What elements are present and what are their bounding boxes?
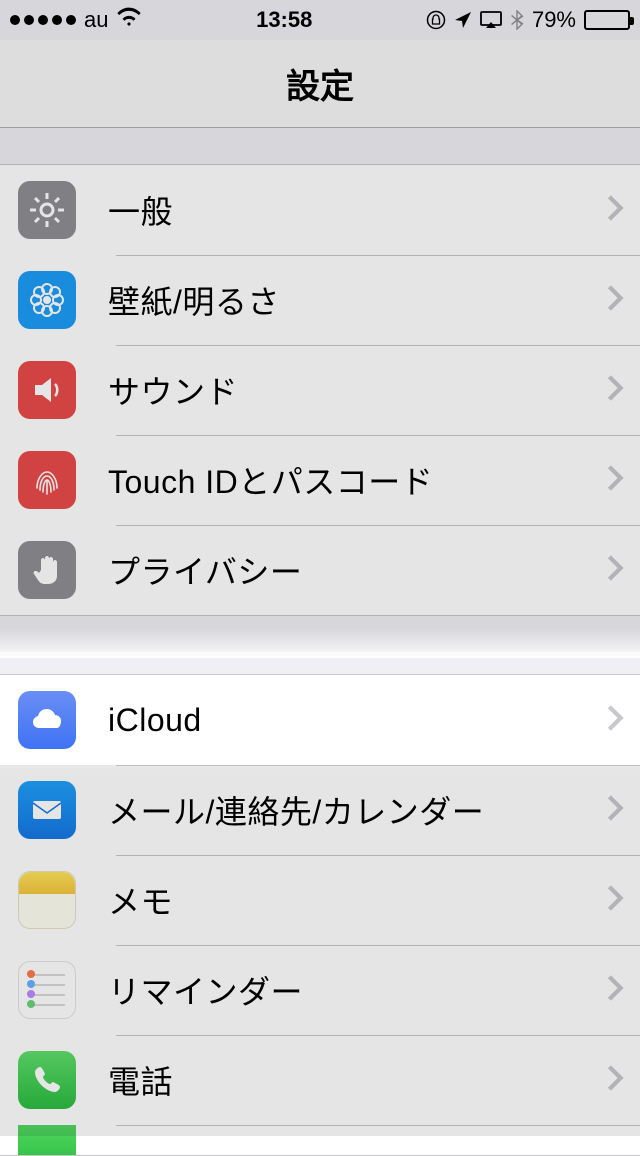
envelope-icon (18, 781, 76, 839)
airplay-icon (480, 11, 502, 29)
flower-icon (18, 271, 76, 329)
clock: 13:58 (142, 7, 425, 33)
chevron-right-icon (606, 284, 624, 317)
chevron-right-icon (606, 374, 624, 407)
chevron-right-icon (606, 974, 624, 1007)
row-label: 電話 (108, 1057, 606, 1103)
row-label: メール/連絡先/カレンダー (108, 787, 606, 833)
settings-group-2: iCloud メール/連絡先/カレンダー メモ リマインダー 電話 (0, 674, 640, 1156)
row-privacy[interactable]: プライバシー (0, 525, 640, 615)
hand-icon (18, 541, 76, 599)
location-icon (454, 11, 472, 29)
speaker-icon (18, 361, 76, 419)
signal-strength-icon (10, 15, 76, 25)
row-label: iCloud (108, 702, 606, 739)
row-label: 壁紙/明るさ (108, 277, 606, 323)
row-reminders[interactable]: リマインダー (0, 945, 640, 1035)
row-label: プライバシー (108, 547, 606, 593)
row-label: Touch IDとパスコード (108, 457, 606, 503)
chevron-right-icon (606, 554, 624, 587)
row-wallpaper[interactable]: 壁紙/明るさ (0, 255, 640, 345)
notes-icon (18, 871, 76, 929)
row-label: サウンド (108, 367, 606, 413)
nav-header: 設定 (0, 40, 640, 128)
status-bar: au 13:58 79% (0, 0, 640, 40)
row-icloud[interactable]: iCloud (0, 675, 640, 765)
page-title: 設定 (286, 59, 354, 108)
chevron-right-icon (606, 794, 624, 827)
chevron-right-icon (606, 704, 624, 737)
orientation-lock-icon (426, 10, 446, 30)
fingerprint-icon (18, 451, 76, 509)
phone-icon (18, 1051, 76, 1109)
row-general[interactable]: 一般 (0, 165, 640, 255)
row-sound[interactable]: サウンド (0, 345, 640, 435)
row-touchid[interactable]: Touch IDとパスコード (0, 435, 640, 525)
battery-percent: 79% (532, 7, 576, 33)
settings-group-1: 一般 壁紙/明るさ サウンド Touch IDとパスコード プライバシー (0, 164, 640, 616)
battery-icon (584, 10, 630, 30)
carrier-label: au (84, 7, 108, 33)
wifi-icon (116, 7, 142, 33)
row-label: メモ (108, 877, 606, 923)
gear-icon (18, 181, 76, 239)
chevron-right-icon (606, 194, 624, 227)
row-label: リマインダー (108, 967, 606, 1013)
cloud-icon (18, 691, 76, 749)
chevron-right-icon (606, 1064, 624, 1097)
row-phone[interactable]: 電話 (0, 1035, 640, 1125)
chevron-right-icon (606, 884, 624, 917)
row-mail[interactable]: メール/連絡先/カレンダー (0, 765, 640, 855)
chevron-right-icon (606, 464, 624, 497)
row-notes[interactable]: メモ (0, 855, 640, 945)
row-label: 一般 (108, 187, 606, 233)
reminders-icon (18, 961, 76, 1019)
row-cut-off[interactable] (0, 1125, 640, 1155)
unknown-icon (18, 1125, 76, 1155)
bluetooth-icon (510, 10, 524, 30)
